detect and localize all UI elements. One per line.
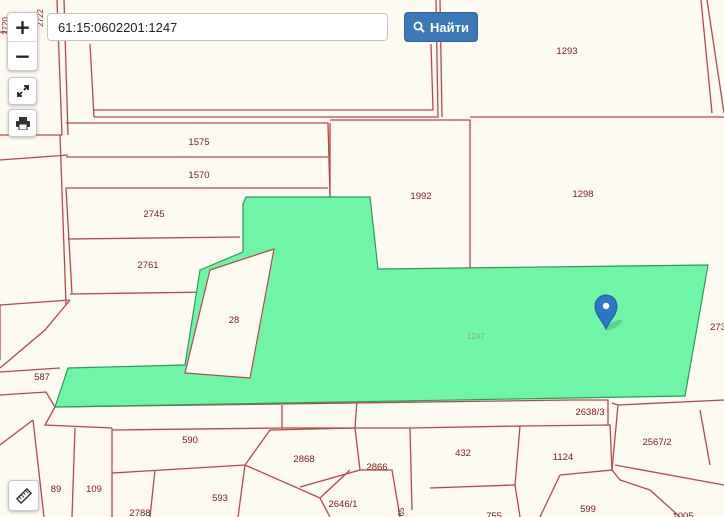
search-button-label: Найти <box>430 19 469 35</box>
parcel-label-1570: 1570 <box>188 170 209 181</box>
measure-button[interactable] <box>8 480 39 511</box>
parcel-label-1575: 1575 <box>188 137 209 148</box>
parcel-label-1992: 1992 <box>410 191 431 202</box>
parcel-label-2638: 2638/3 <box>575 407 604 418</box>
parcel-label-65: 65 <box>397 507 406 516</box>
parcel-label-2866: 2866 <box>366 462 387 473</box>
parcel-label-1124: 1124 <box>553 452 573 463</box>
parcel-label-1298: 1298 <box>572 189 593 200</box>
parcel-label-2761: 2761 <box>137 260 158 271</box>
parcel-label-2646: 2646/1 <box>328 499 357 510</box>
zoom-in-button[interactable]: + <box>8 13 37 41</box>
parcel-label-109: 109 <box>86 484 102 495</box>
parcel-label-2788: 2788 <box>129 508 150 517</box>
print-button[interactable] <box>8 109 37 137</box>
ruler-icon <box>15 487 32 504</box>
print-icon <box>15 116 30 130</box>
parcel-label-2868: 2868 <box>293 454 314 465</box>
parcel-label-2567: 2567/2 <box>642 437 671 448</box>
parcel-label-1247: 1247 <box>467 332 485 341</box>
parcel-label-89: 89 <box>51 484 62 495</box>
parcel-label-599: 599 <box>580 504 596 515</box>
zoom-out-button[interactable]: − <box>8 41 37 70</box>
parcel-label-755: 755 <box>486 511 502 517</box>
parcel-label-2745: 2745 <box>143 209 164 220</box>
parcel-label-1005: 1005 <box>672 511 693 517</box>
zoom-control: + − <box>7 12 38 71</box>
parcel-label-587: 587 <box>34 372 50 383</box>
search-icon <box>413 21 425 33</box>
search-input[interactable] <box>47 13 388 41</box>
search-button[interactable]: Найти <box>404 12 478 42</box>
parcel-label-432: 432 <box>455 448 471 459</box>
parcel-label-28: 28 <box>229 315 240 326</box>
parcel-label-273: 273 <box>710 322 724 333</box>
cadastral-map[interactable]: 1293 1575 1570 2745 2761 1992 1298 28 12… <box>0 0 724 517</box>
parcel-label-1293: 1293 <box>556 46 577 57</box>
fullscreen-button[interactable] <box>8 77 37 105</box>
parcel-label-593: 593 <box>212 493 228 504</box>
parcel-label-590: 590 <box>182 435 198 446</box>
fullscreen-icon <box>16 85 29 97</box>
